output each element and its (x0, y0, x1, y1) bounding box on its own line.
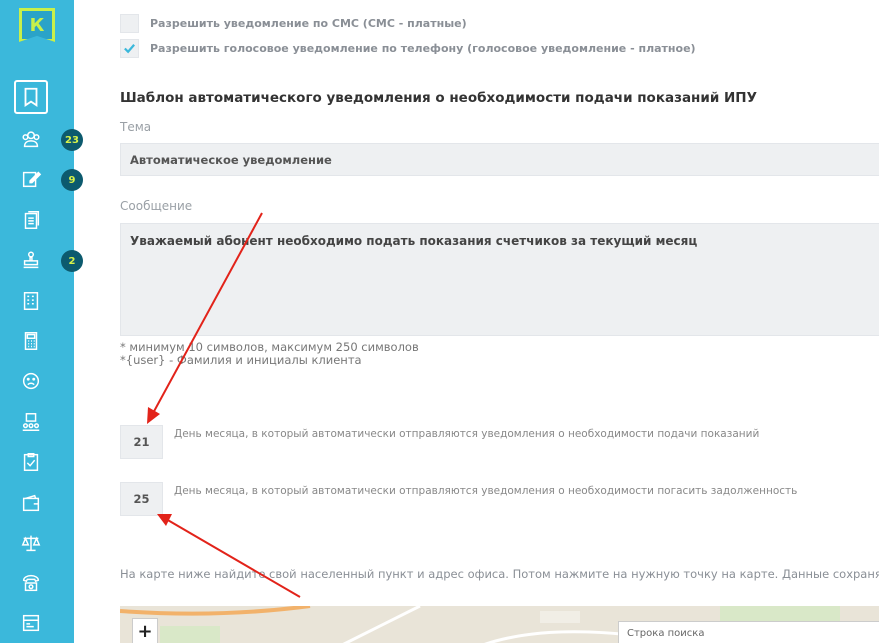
check-icon (124, 44, 135, 54)
sms-checkbox[interactable] (120, 14, 139, 33)
scales-icon[interactable] (14, 526, 48, 560)
subject-label: Тема (120, 120, 152, 134)
user-hint: *{user} - Фамилия и инициалы клиента (120, 353, 362, 367)
logo-area[interactable]: К (0, 0, 74, 50)
logo: К (19, 8, 55, 42)
debt-day-label: День месяца, в который автоматически отп… (174, 485, 798, 497)
voice-option[interactable]: Разрешить голосовое уведомление по телеф… (120, 39, 696, 58)
checklist-icon[interactable] (14, 445, 48, 479)
zoom-in-button[interactable]: + (132, 618, 158, 643)
voice-label: Разрешить голосовое уведомление по телеф… (150, 42, 696, 55)
settings-page: К 23 9 2 Разрешить уведомление по СМС (С… (0, 0, 879, 643)
debt-day-input[interactable]: 25 (120, 482, 163, 516)
window-icon[interactable] (14, 606, 48, 640)
documents-icon[interactable] (14, 203, 48, 237)
sidebar: К 23 9 2 (0, 0, 83, 643)
phone-icon[interactable] (14, 566, 48, 600)
subject-input[interactable]: Автоматическое уведомление (120, 143, 879, 176)
voice-checkbox[interactable] (120, 39, 139, 58)
template-title: Шаблон автоматического уведомления о нео… (120, 90, 758, 106)
map[interactable]: + Строка поиска (120, 606, 879, 643)
sms-option[interactable]: Разрешить уведомление по СМС (СМС - плат… (120, 14, 467, 33)
group-icon[interactable] (14, 405, 48, 439)
flag-icon[interactable] (14, 80, 48, 114)
edit-icon[interactable] (14, 162, 48, 196)
map-search-input[interactable]: Строка поиска (618, 621, 879, 643)
users-icon[interactable] (14, 122, 48, 156)
wallet-icon[interactable] (14, 486, 48, 520)
readings-day-input[interactable]: 21 (120, 425, 163, 459)
building-icon[interactable] (14, 284, 48, 318)
main-content: Разрешить уведомление по СМС (СМС - плат… (74, 0, 879, 643)
message-label: Сообщение (120, 199, 193, 213)
sms-label: Разрешить уведомление по СМС (СМС - плат… (150, 17, 467, 30)
readings-day-label: День месяца, в который автоматически отп… (174, 428, 760, 440)
map-instructions: На карте ниже найдите свой населенный пу… (120, 567, 879, 581)
calculator-icon[interactable] (14, 324, 48, 358)
stamp-icon[interactable] (14, 243, 48, 277)
message-textarea[interactable]: Уважаемый абонент необходимо подать пока… (120, 223, 879, 336)
sad-face-icon[interactable] (14, 364, 48, 398)
length-hint: * минимум 10 символов, максимум 250 симв… (120, 340, 419, 354)
